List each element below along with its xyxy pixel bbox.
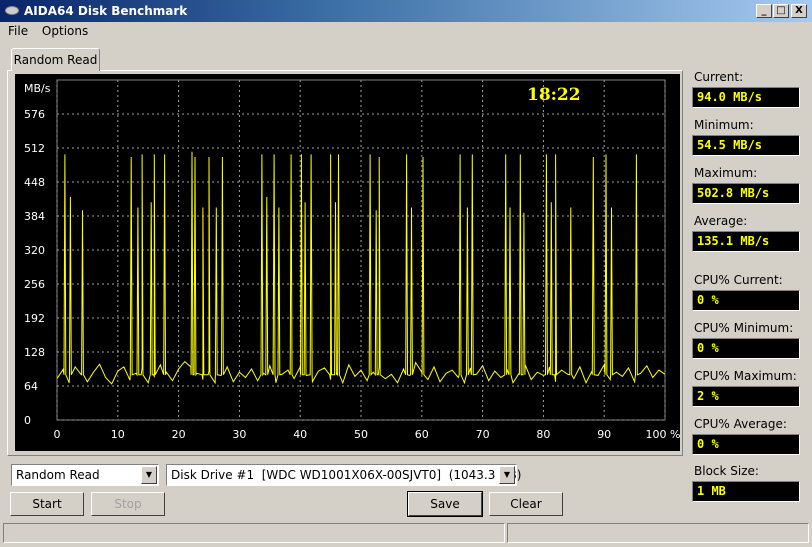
stop-button[interactable]: Stop	[91, 492, 165, 516]
tab-random-read[interactable]: Random Read	[11, 48, 100, 71]
y-tick-label: 576	[24, 108, 45, 121]
minimize-button[interactable]: _	[756, 4, 772, 18]
y-tick-label: 0	[24, 414, 31, 427]
y-tick-label: 128	[24, 346, 45, 359]
stat-value: 2 %	[692, 386, 800, 407]
stat-value: 135.1 MB/s	[692, 231, 800, 252]
menu-bar: File Options	[0, 22, 90, 40]
menu-file[interactable]: File	[8, 24, 28, 38]
x-tick-label: 60	[415, 428, 429, 441]
y-tick-label: 192	[24, 312, 45, 325]
stat-value: 0 %	[692, 290, 800, 311]
stat-label: CPU% Current:	[694, 273, 783, 287]
stat-value: 0 %	[692, 338, 800, 359]
status-bar-right	[507, 523, 809, 543]
stat-label: Maximum:	[694, 166, 758, 180]
chevron-down-icon[interactable]: ▼	[141, 466, 157, 484]
x-tick-label: 70	[476, 428, 490, 441]
save-button[interactable]: Save	[407, 491, 483, 517]
x-tick-label: 50	[354, 428, 368, 441]
y-axis-label: MB/s	[24, 82, 51, 95]
y-tick-label: 320	[24, 244, 45, 257]
x-tick-label: 40	[293, 428, 307, 441]
stat-label: CPU% Minimum:	[694, 321, 794, 335]
elapsed-timer: 18:22	[527, 85, 581, 105]
status-bar-left	[3, 523, 505, 543]
stat-value: 502.8 MB/s	[692, 183, 800, 204]
drive-select[interactable]: Disk Drive #1 [WDC WD1001X06X-00SJVT0] (…	[166, 464, 521, 486]
stat-label: Minimum:	[694, 118, 754, 132]
window-title: AIDA64 Disk Benchmark	[24, 4, 188, 18]
x-tick-label: 20	[172, 428, 186, 441]
stat-label: CPU% Average:	[694, 417, 787, 431]
benchmark-chart: 0 10 20 30 40 50 60 70 80 90 100 % 0 64 128 192 256 320 3…	[15, 74, 680, 451]
disk-icon	[5, 6, 19, 15]
y-tick-label: 384	[24, 210, 45, 223]
close-button[interactable]: X	[791, 4, 807, 18]
clear-button[interactable]: Clear	[489, 492, 563, 516]
drive-value: Disk Drive #1 [WDC WD1001X06X-00SJVT0] (…	[171, 468, 522, 482]
y-tick-label: 448	[24, 176, 45, 189]
x-tick-label: 30	[232, 428, 246, 441]
test-mode-value: Random Read	[16, 468, 100, 482]
stat-label: Average:	[694, 214, 748, 228]
y-tick-label: 256	[24, 278, 45, 291]
menu-options[interactable]: Options	[42, 24, 88, 38]
stat-value: 0 %	[692, 434, 800, 455]
stat-label: Current:	[694, 70, 744, 84]
x-tick-label: 80	[536, 428, 550, 441]
y-tick-label: 64	[24, 380, 38, 393]
chevron-down-icon[interactable]: ▼	[499, 466, 515, 484]
stat-value: 1 MB	[692, 481, 800, 502]
x-tick-label: 100 %	[646, 428, 680, 441]
stat-value: 94.0 MB/s	[692, 87, 800, 108]
x-tick-label: 10	[111, 428, 125, 441]
maximize-button[interactable]: □	[773, 4, 789, 18]
x-tick-label: 0	[54, 428, 61, 441]
stat-label: CPU% Maximum:	[694, 369, 797, 383]
test-mode-select[interactable]: Random Read ▼	[11, 464, 159, 486]
stat-label: Block Size:	[694, 464, 759, 478]
start-button[interactable]: Start	[10, 492, 84, 516]
x-tick-label: 90	[597, 428, 611, 441]
title-bar: AIDA64 Disk Benchmark _ □ X	[0, 0, 812, 22]
y-tick-label: 512	[24, 142, 45, 155]
stat-value: 54.5 MB/s	[692, 135, 800, 156]
